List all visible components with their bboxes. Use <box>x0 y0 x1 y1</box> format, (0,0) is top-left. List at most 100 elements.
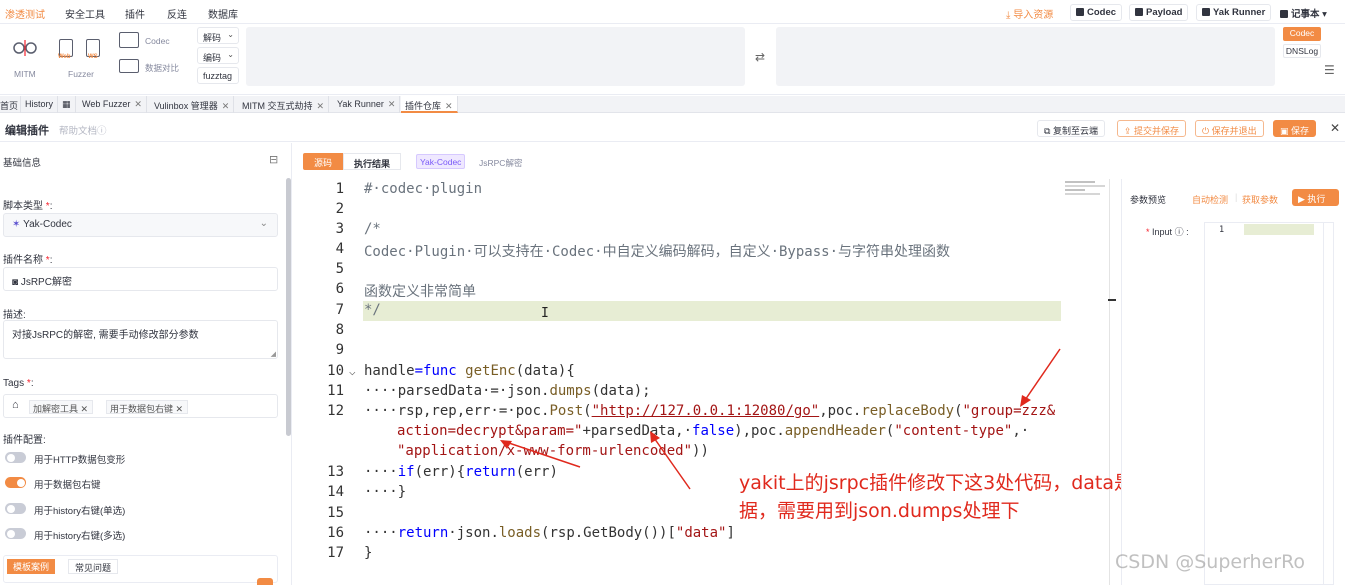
input-editor[interactable]: 1 <box>1204 222 1334 585</box>
tab-source-code[interactable]: 源码 <box>303 153 343 170</box>
save-button[interactable]: ▣ 保存 <box>1273 120 1317 137</box>
editor-tab-bar: 源码 执行结果 Yak-Codec JsRPC解密 <box>293 143 1120 179</box>
tab-template-examples[interactable]: 模板案例 <box>7 559 56 574</box>
tag-chip[interactable]: 加解密工具 ✕ <box>29 400 94 414</box>
notebook-button[interactable]: 记事本 ▾ <box>1275 4 1332 21</box>
input-line-highlight <box>1244 224 1314 235</box>
close-icon[interactable]: ✕ <box>81 404 89 414</box>
tab-history[interactable]: History <box>21 96 59 113</box>
get-params-link[interactable]: 获取参数 <box>1242 193 1278 206</box>
execute-button[interactable]: ▶ 执行 <box>1292 189 1339 206</box>
tab-yak-runner[interactable]: Yak Runner ✕ <box>333 96 401 113</box>
save-exit-button[interactable]: ⏻ 保存并退出 <box>1195 120 1264 137</box>
description-textarea[interactable]: 对接JsRPC的解密, 需要手动修改部分参数 ◢ <box>3 320 278 359</box>
collapse-panel-icon[interactable]: ⊟ <box>269 153 278 166</box>
yak-runner-icon <box>1202 8 1210 16</box>
tag-chip-label: 用于数据包右键 <box>110 404 174 414</box>
tag-chip[interactable]: 用于数据包右键 ✕ <box>106 400 189 414</box>
copy-to-cloud-button[interactable]: ⧉ 复制至云端 <box>1037 120 1105 137</box>
plugin-type-badge: Yak-Codec <box>416 154 466 169</box>
plugin-name-label: 插件名称 *: <box>3 255 53 266</box>
code-editor[interactable]: 1 2 3 4 5 6 7 8 9 10 11 12 13 14 15 16 1… <box>300 179 1120 585</box>
tab-plugin-store[interactable]: 插件仓库 ✕ <box>401 96 458 113</box>
mitm-label: MITM <box>14 69 36 79</box>
submit-save-button[interactable]: ⇪ 提交并保存 <box>1117 120 1187 137</box>
tab-web-fuzzer[interactable]: Web Fuzzer ✕ <box>78 96 147 113</box>
codec-output-box[interactable] <box>776 27 1275 86</box>
tab-vulinbox[interactable]: Vulinbox 管理器 ✕ <box>150 96 235 113</box>
auto-detect-link[interactable]: 自动检测 <box>1192 193 1228 206</box>
basic-info-heading: 基础信息 <box>3 158 42 169</box>
tab-yak-runner-label: Yak Runner <box>337 99 384 109</box>
tab-home[interactable]: 首页 <box>0 96 21 113</box>
template-panel: 模板案例 常见问题 <box>3 555 278 585</box>
help-doc-link[interactable]: 帮助文档ⓘ <box>59 123 107 137</box>
tab-grid-icon[interactable]: ▦ <box>58 96 76 113</box>
close-icon[interactable]: ✕ <box>1330 121 1340 135</box>
divider: | <box>1235 192 1238 202</box>
toggle-packet-context-label: 用于数据包右键 <box>34 480 101 491</box>
close-icon[interactable]: ✕ <box>176 404 184 414</box>
arrow-line <box>651 434 691 490</box>
menu-database[interactable]: 数据库 <box>208 6 238 21</box>
tags-input[interactable]: ⌂ 加解密工具 ✕ 用于数据包右键 ✕ <box>3 394 278 418</box>
web-badge: Web <box>58 54 71 60</box>
side-dnslog-button[interactable]: DNSLog <box>1283 44 1321 58</box>
menu-security-tools[interactable]: 安全工具 <box>65 6 105 21</box>
side-codec-button[interactable]: Codec <box>1283 27 1321 41</box>
codec-input-box[interactable] <box>246 27 745 86</box>
fuzztag-button[interactable]: fuzztag <box>197 67 239 84</box>
input-label-text: Input <box>1152 227 1173 237</box>
tab-mitm-label: MITM 交互式劫持 <box>242 101 313 111</box>
tab-exec-result[interactable]: 执行结果 <box>343 153 401 170</box>
close-icon[interactable]: ✕ <box>317 101 325 111</box>
tool-toolbar: MITM Web WS Fuzzer Codec 数据对比 解码 ⌄ 编码 ⌄ fu… <box>0 25 1345 95</box>
help-icon: ⓘ <box>97 126 107 137</box>
fuzzer-label: Fuzzer <box>68 69 94 79</box>
close-icon[interactable]: ✕ <box>388 99 396 109</box>
toggle-http-transform-label: 用于HTTP数据包变形 <box>34 455 126 466</box>
save-label: 保存 <box>1291 126 1310 136</box>
toggle-history-multi[interactable] <box>5 528 26 539</box>
toggle-packet-context[interactable] <box>5 477 26 488</box>
toggle-history-single[interactable] <box>5 503 26 514</box>
ws-badge: WS <box>88 54 98 60</box>
submit-save-label: 提交并保存 <box>1134 126 1180 136</box>
input-scrollbar[interactable] <box>1323 223 1324 585</box>
payload-top-button[interactable]: Payload <box>1129 4 1189 21</box>
close-icon[interactable]: ✕ <box>222 101 230 111</box>
plugin-name-input[interactable]: ◙ JsRPC解密 <box>3 267 278 291</box>
compare-tool-icon[interactable] <box>119 59 139 73</box>
camera-icon: ◙ <box>12 277 21 288</box>
compare-tool-label[interactable]: 数据对比 <box>145 62 179 74</box>
yak-runner-top-button[interactable]: Yak Runner <box>1196 4 1272 21</box>
import-resource-link[interactable]: ⤓ 导入资源 <box>1006 6 1053 21</box>
execute-label: 执行 <box>1307 194 1326 204</box>
tab-mitm[interactable]: MITM 交互式劫持 ✕ <box>238 96 330 113</box>
plugin-name-caption: JsRPC解密 <box>479 158 523 168</box>
notebook-label: 记事本 <box>1291 9 1320 20</box>
tab-web-fuzzer-label: Web Fuzzer <box>82 99 131 109</box>
tab-faq[interactable]: 常见问题 <box>68 559 119 574</box>
codec-tool-icon[interactable] <box>119 32 139 48</box>
toggle-http-transform[interactable] <box>5 452 26 463</box>
script-type-select[interactable]: ✶ Yak-Codec ⌄ <box>3 213 278 237</box>
swap-icon[interactable]: ⇄ <box>755 50 765 64</box>
close-icon[interactable]: ✕ <box>445 101 453 111</box>
menu-plugins[interactable]: 插件 <box>125 6 145 21</box>
tag-icon: ⌂ <box>12 399 19 411</box>
left-scrollbar[interactable] <box>286 178 291 436</box>
resize-handle-icon[interactable]: ◢ <box>271 350 276 358</box>
codec-top-button[interactable]: Codec <box>1070 4 1123 21</box>
orange-action-icon[interactable] <box>257 578 273 585</box>
plugin-info-panel: 基础信息 ⊟ 脚本类型 *: ✶ Yak-Codec ⌄ 插件名称 *: ◙ J… <box>0 143 292 585</box>
close-icon[interactable]: ✕ <box>134 99 142 109</box>
menu-pentest[interactable]: 渗透测试 <box>5 6 45 21</box>
list-icon[interactable]: ☰ <box>1324 63 1335 77</box>
decode-dropdown[interactable]: 解码 ⌄ <box>197 27 239 44</box>
plugin-config-label: 插件配置: <box>3 435 46 446</box>
menu-reverse[interactable]: 反连 <box>167 6 187 21</box>
encode-dropdown[interactable]: 编码 ⌄ <box>197 47 239 64</box>
codec-tool-label[interactable]: Codec <box>145 36 170 46</box>
tags-text: Tags <box>3 378 25 389</box>
